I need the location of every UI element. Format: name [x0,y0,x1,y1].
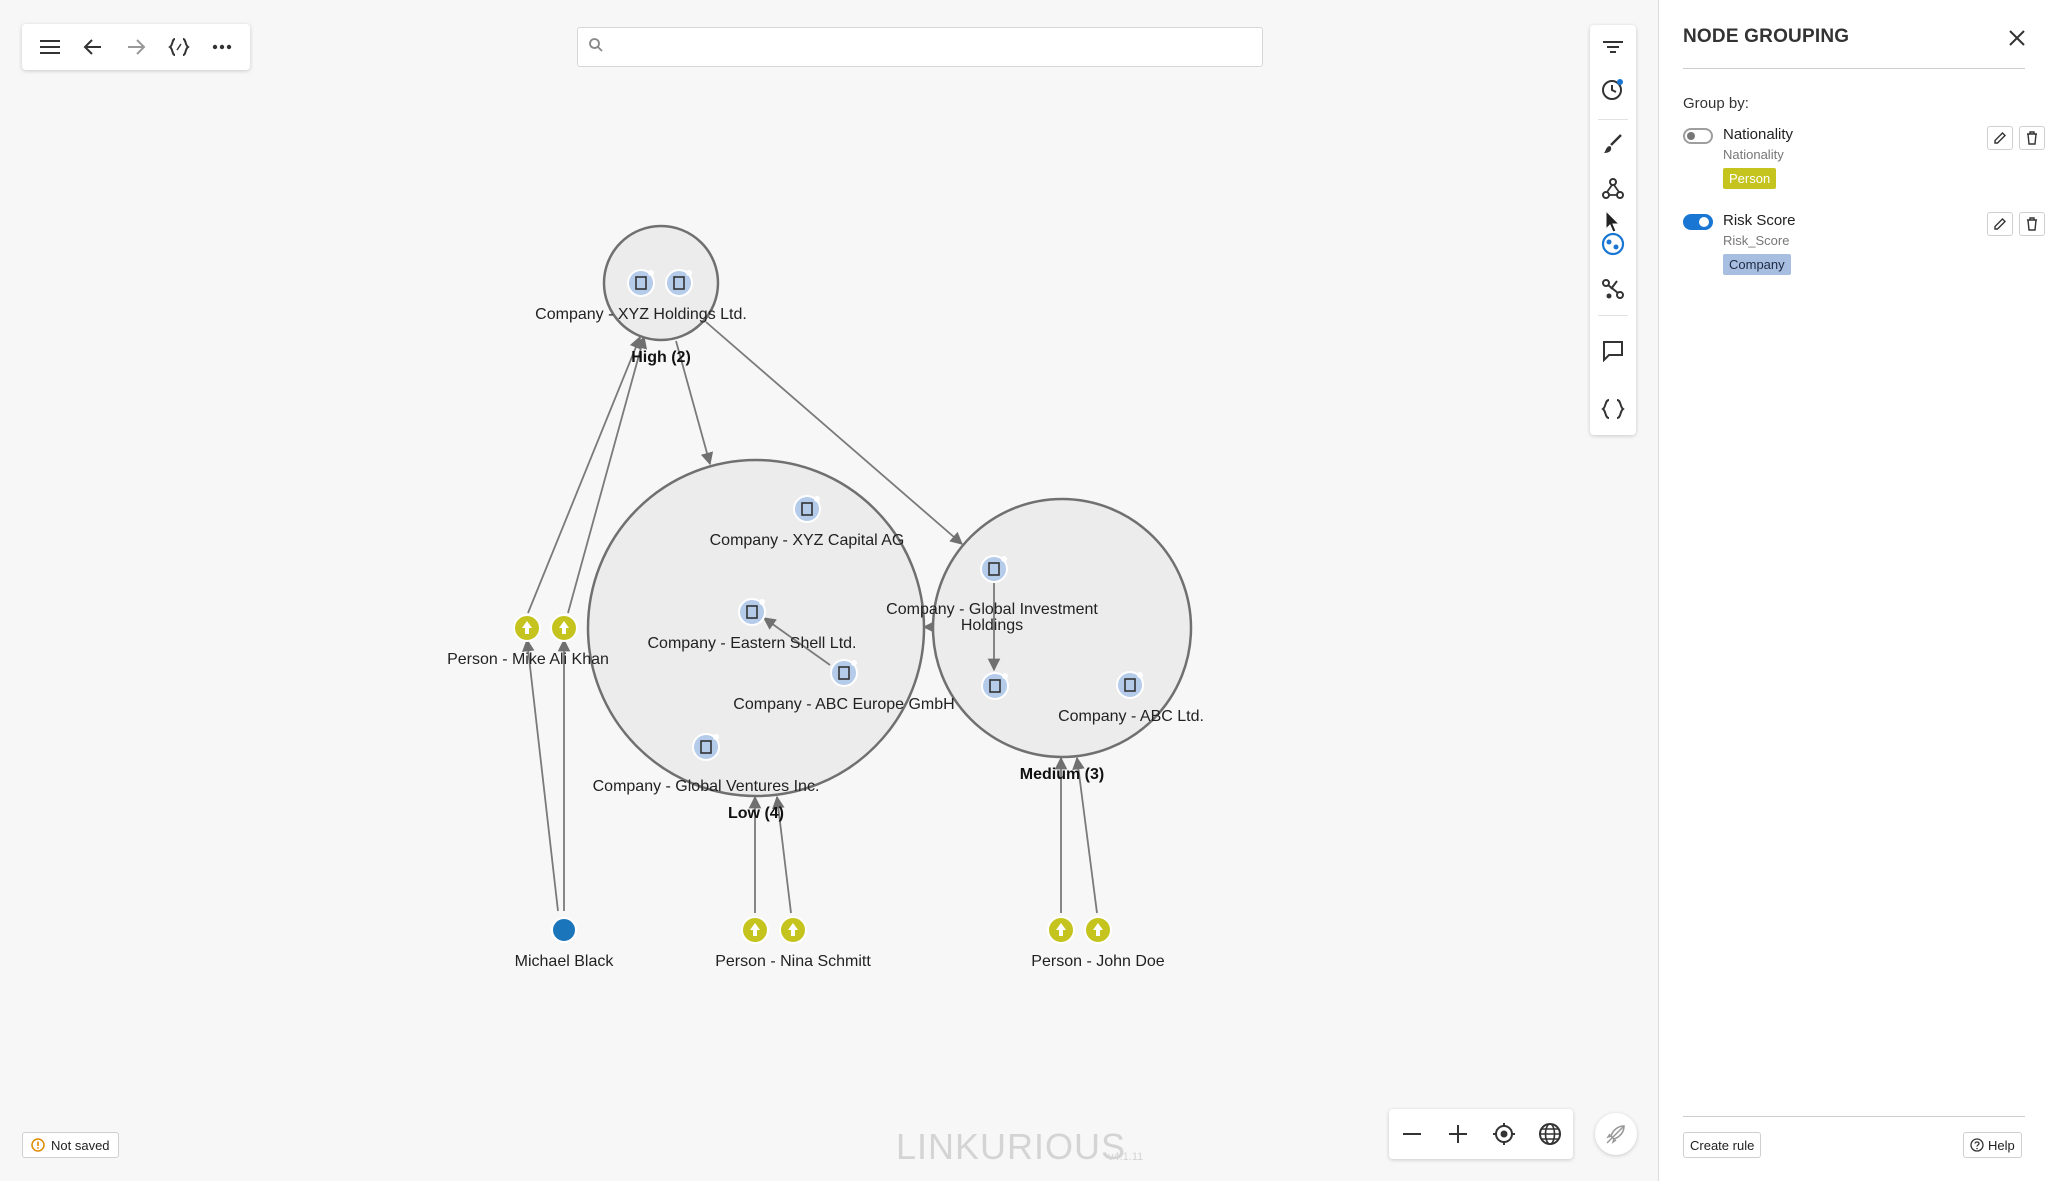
edge[interactable] [522,638,559,912]
person-node[interactable] [1084,916,1112,944]
version-label: v4.1.11 [1108,1151,1144,1163]
person-node[interactable] [741,916,769,944]
rule-name: Nationality [1723,126,1794,143]
delete-icon[interactable] [2019,126,2045,150]
label-eastern-shell: Company - Eastern Shell Ltd. [648,635,857,652]
globe-icon[interactable] [1533,1117,1567,1151]
rule-property: Risk_Score [1723,233,1790,248]
company-node[interactable] [981,672,1009,700]
mouse-cursor [1605,209,1621,233]
delete-icon[interactable] [2019,212,2045,236]
person-node[interactable] [550,614,578,642]
label-michael-black: Michael Black [515,953,615,970]
close-icon[interactable] [2003,24,2031,52]
person-node[interactable] [779,916,807,944]
michael-black-node[interactable] [551,917,577,943]
label-john-doe: Person - John Doe [1031,953,1165,970]
edit-icon[interactable] [1987,212,2013,236]
zoom-controls [1389,1109,1573,1159]
person-node[interactable] [513,614,541,642]
graph-view: Company - XYZ Holdings Ltd. High (2) Com… [447,209,1621,970]
label-mike-ali-khan: Person - Mike Ali Khan [447,651,609,668]
company-node[interactable] [665,269,693,297]
company-node[interactable] [793,495,821,523]
group-label-low: Low (4) [728,805,784,822]
label-abc-europe: Company - ABC Europe GmbH [733,696,954,713]
label-global-investment-line2: Holdings [961,617,1023,634]
help-icon [1970,1138,1984,1152]
help-label: Help [1988,1137,2015,1153]
not-saved-badge: Not saved [22,1132,119,1158]
rule-toggle-nationality[interactable] [1683,128,1713,144]
label-abc-ltd: Company - ABC Ltd. [1058,708,1204,725]
group-label-medium: Medium (3) [1020,766,1104,783]
not-saved-label: Not saved [51,1137,110,1153]
rule-name: Risk Score [1723,212,1796,229]
company-node[interactable] [627,269,655,297]
create-rule-button[interactable]: Create rule [1683,1132,1762,1158]
layout-rocket-icon[interactable] [1595,1113,1637,1155]
label-global-investment-line1: Company - Global Investment [886,601,1098,618]
rule-category-badge: Company [1723,254,1791,275]
edit-icon[interactable] [1987,126,2013,150]
locate-icon[interactable] [1487,1117,1521,1151]
person-node[interactable] [1047,916,1075,944]
rule-category-badge: Person [1723,168,1777,189]
zoom-in-icon[interactable] [1441,1117,1475,1151]
company-node[interactable] [830,659,858,687]
label-xyz-capital: Company - XYZ Capital AG [710,532,905,549]
label-xyz-holdings: Company - XYZ Holdings Ltd. [535,306,747,323]
group-low[interactable] [586,458,926,798]
help-button[interactable]: Help [1963,1132,2022,1158]
group-by-label: Group by: [1683,95,1749,112]
linkurious-watermark: LINKURIOUS [896,1126,1127,1167]
company-node[interactable] [1116,671,1144,699]
warning-icon [31,1138,45,1152]
rule-property: Nationality [1723,147,1784,162]
zoom-out-icon[interactable] [1395,1117,1429,1151]
label-nina-schmitt: Person - Nina Schmitt [715,953,871,970]
rule-toggle-risk-score[interactable] [1683,214,1713,230]
group-label-high: High (2) [631,349,691,366]
panel-title: NODE GROUPING [1683,26,1850,47]
company-node[interactable] [692,733,720,761]
label-global-ventures: Company - Global Ventures Inc. [593,778,820,795]
company-node[interactable] [738,598,766,626]
company-node[interactable] [980,555,1008,583]
node-grouping-panel: NODE GROUPING Group by: Nationality Nati… [1658,0,2048,1181]
